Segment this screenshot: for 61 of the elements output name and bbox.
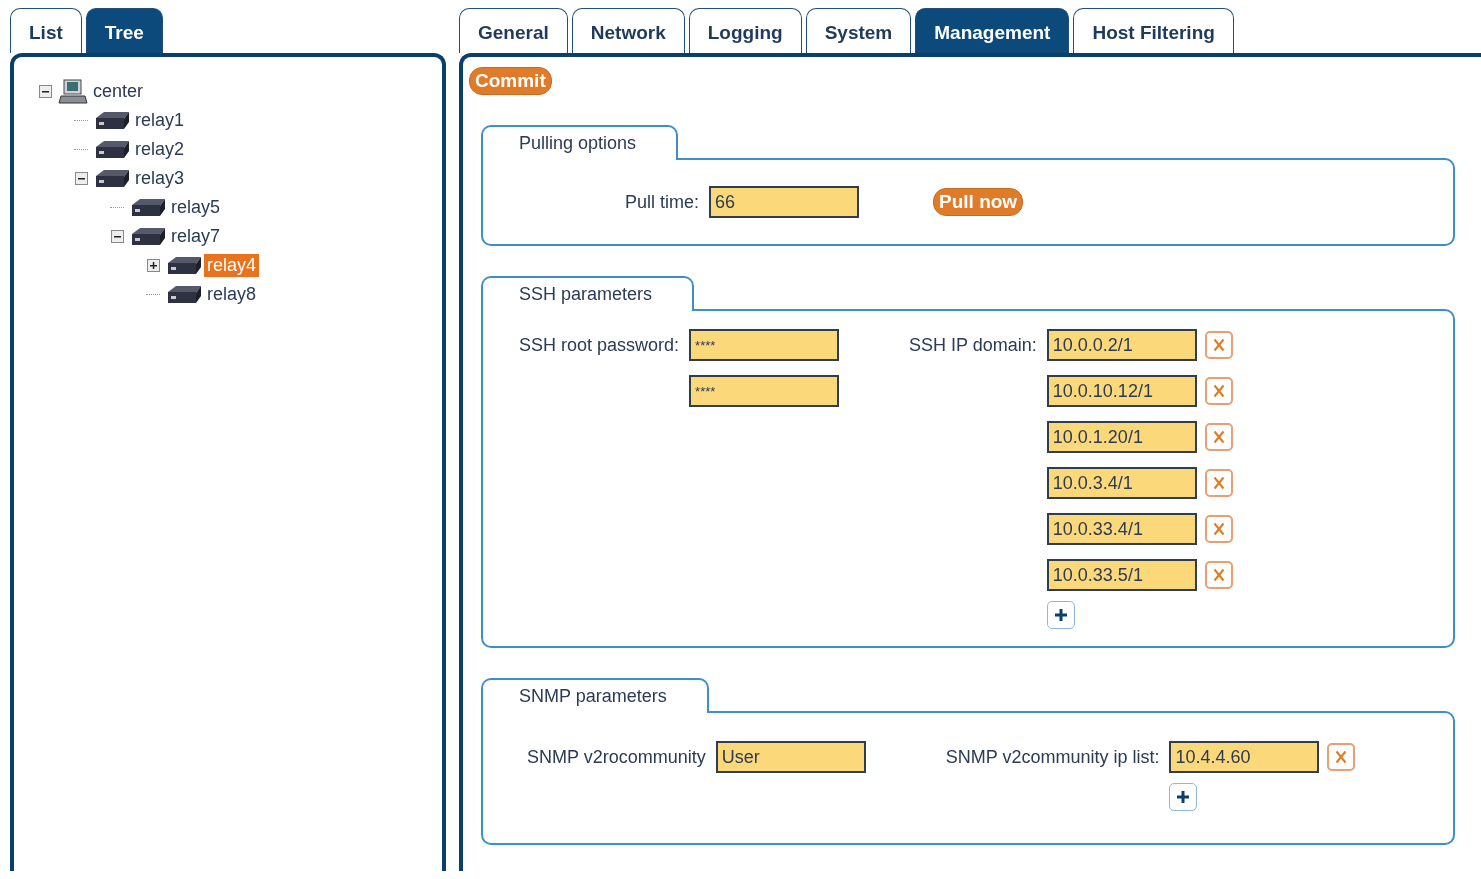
computer-icon xyxy=(58,78,88,105)
relay-device-icon xyxy=(130,225,166,248)
community-field[interactable]: User xyxy=(715,741,866,773)
tree-item[interactable]: relay1 xyxy=(132,109,188,132)
field-label: SSH root password: xyxy=(519,334,680,356)
password-field[interactable]: **** xyxy=(689,375,840,407)
close-icon xyxy=(1212,338,1225,352)
plus-icon xyxy=(1052,607,1069,623)
settings-tab[interactable]: General xyxy=(459,8,568,53)
relay-device-icon xyxy=(166,283,202,306)
add-button[interactable] xyxy=(1046,601,1075,629)
settings-tab[interactable]: System xyxy=(805,8,912,53)
remove-button[interactable] xyxy=(1204,331,1233,359)
close-icon xyxy=(1212,568,1225,582)
remove-button[interactable] xyxy=(1204,561,1233,589)
settings-tab[interactable]: Host Filtering xyxy=(1073,8,1234,53)
remove-button[interactable] xyxy=(1204,469,1233,497)
close-icon xyxy=(1335,750,1348,764)
remove-button[interactable] xyxy=(1204,515,1233,543)
ip-domain-field[interactable]: 10.0.10.12/1 xyxy=(1046,375,1197,407)
ip-domain-field[interactable]: 10.0.1.20/1 xyxy=(1046,421,1197,453)
tree-item[interactable]: relay3 xyxy=(132,167,188,190)
close-icon xyxy=(1212,476,1225,490)
field-label: SNMP v2rocommunity xyxy=(527,746,706,768)
relay-device-icon xyxy=(130,196,166,219)
tree-item[interactable]: relay8 xyxy=(204,283,260,306)
collapse-icon[interactable] xyxy=(38,85,52,98)
settings-tab[interactable]: Management xyxy=(915,8,1070,53)
password-field[interactable]: **** xyxy=(689,329,840,361)
ip-field[interactable]: 10.4.4.60 xyxy=(1169,741,1320,773)
remove-button[interactable] xyxy=(1204,377,1233,405)
field-label: SSH IP domain: xyxy=(909,334,1037,356)
tree-item[interactable]: relay5 xyxy=(168,196,224,219)
remove-button[interactable] xyxy=(1204,423,1233,451)
plus-icon xyxy=(1175,789,1192,805)
field-label: SNMP v2community ip list: xyxy=(945,746,1160,768)
add-button[interactable] xyxy=(1169,783,1198,811)
field-label: Pull time: xyxy=(625,191,700,213)
ip-domain-field[interactable]: 10.0.0.2/1 xyxy=(1046,329,1197,361)
ip-domain-field[interactable]: 10.0.33.5/1 xyxy=(1046,559,1197,591)
close-icon xyxy=(1212,522,1225,536)
settings-tab[interactable]: Logging xyxy=(688,8,802,53)
expand-icon[interactable] xyxy=(146,259,160,272)
ip-domain-field[interactable]: 10.0.3.4/1 xyxy=(1046,467,1197,499)
relay-device-icon xyxy=(166,254,202,277)
tree-item[interactable]: relay2 xyxy=(132,138,188,161)
tree-item[interactable]: center xyxy=(90,80,147,103)
collapse-icon[interactable] xyxy=(74,172,88,185)
panel-tab[interactable]: List xyxy=(10,8,82,53)
close-icon xyxy=(1212,430,1225,444)
close-icon xyxy=(1212,384,1225,398)
collapse-icon[interactable] xyxy=(110,230,124,243)
relay-device-icon xyxy=(94,138,130,161)
panel-tab[interactable]: Tree xyxy=(85,8,163,53)
ip-domain-field[interactable]: 10.0.33.4/1 xyxy=(1046,513,1197,545)
relay-device-icon xyxy=(94,167,130,190)
relay-device-icon xyxy=(94,109,130,132)
tree-item[interactable]: relay7 xyxy=(168,225,224,248)
settings-tab[interactable]: Network xyxy=(571,8,685,53)
remove-button[interactable] xyxy=(1327,743,1356,771)
pull-time-field[interactable]: 66 xyxy=(709,186,860,218)
